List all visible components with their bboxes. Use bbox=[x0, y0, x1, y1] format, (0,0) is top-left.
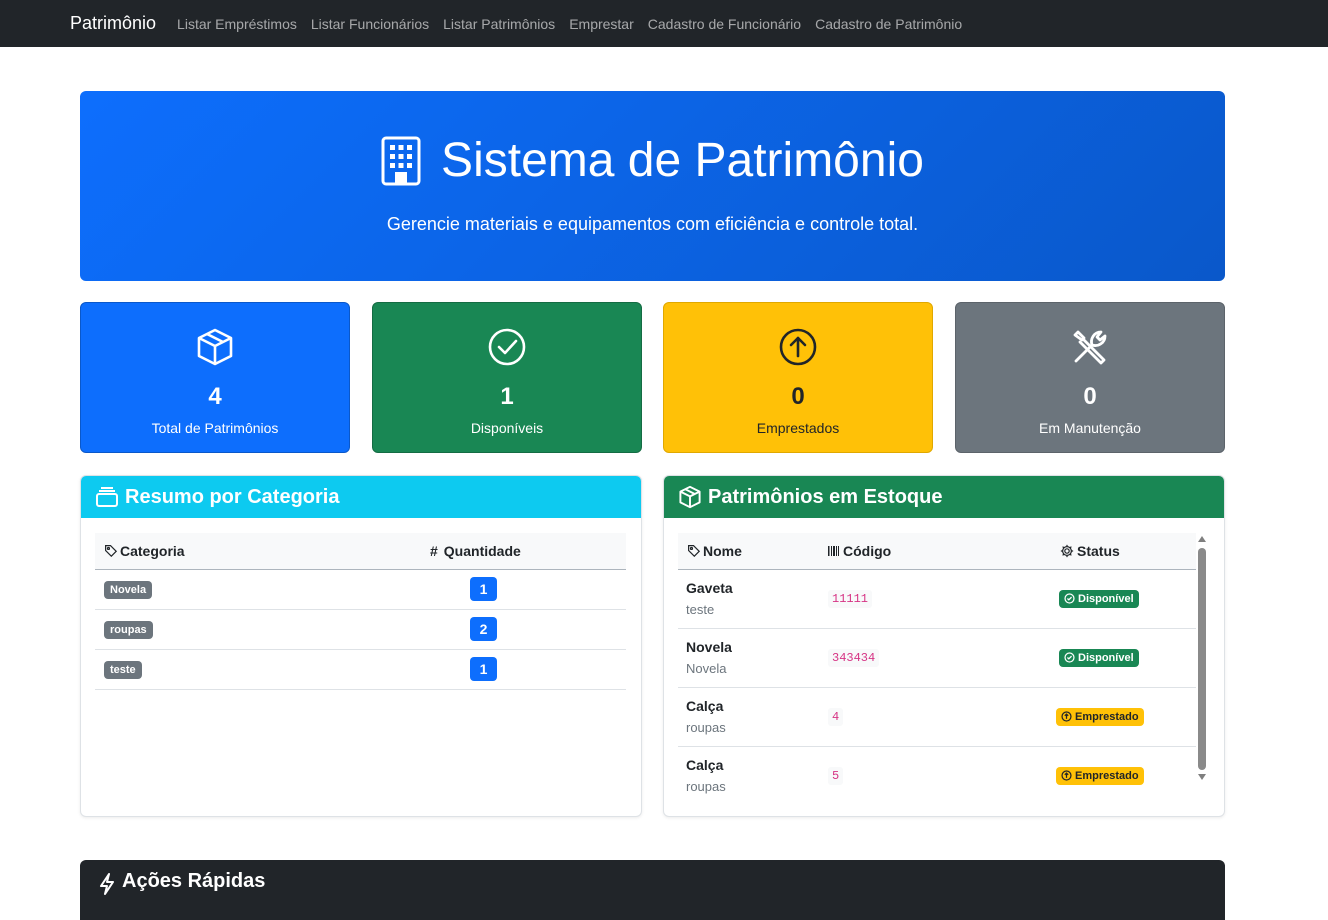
tag-icon bbox=[105, 544, 118, 557]
box-icon bbox=[679, 485, 701, 509]
check-circle-icon bbox=[488, 328, 526, 366]
box-icon bbox=[197, 328, 233, 366]
tools-icon bbox=[1073, 330, 1107, 365]
quantity-col-header: # Quantidade bbox=[430, 533, 626, 570]
building-icon bbox=[381, 136, 421, 185]
status-badge: Disponível bbox=[1059, 589, 1139, 608]
quantity-badge: 2 bbox=[470, 617, 497, 641]
arrow-up-circle-icon bbox=[1061, 770, 1072, 781]
navbar-brand[interactable]: Patrimônio bbox=[70, 13, 156, 34]
stat-card-loaned: 0 Emprestados bbox=[663, 302, 933, 453]
stat-card-total: 4 Total de Patrimônios bbox=[80, 302, 350, 453]
table-row: Novela 1 bbox=[95, 569, 626, 610]
table-row: teste 1 bbox=[95, 649, 626, 690]
lightning-icon bbox=[100, 873, 114, 895]
status-col-header: Status bbox=[1043, 533, 1196, 570]
asset-name: Gaveta bbox=[686, 580, 733, 596]
barcode-icon bbox=[828, 545, 839, 556]
stat-value-available: 1 bbox=[500, 383, 514, 410]
quick-actions-header: Ações Rápidas bbox=[80, 860, 1225, 920]
table-row: Calça roupas 4 Emprestado bbox=[678, 687, 1196, 747]
asset-code: 5 bbox=[828, 767, 844, 786]
asset-name: Novela bbox=[686, 639, 732, 655]
category-card-title: Resumo por Categoria bbox=[125, 485, 340, 508]
stat-card-available: 1 Disponíveis bbox=[372, 302, 642, 453]
table-row: Novela Novela 343434 Disponível bbox=[678, 628, 1196, 688]
gear-icon bbox=[1060, 544, 1074, 557]
asset-code: 4 bbox=[828, 708, 844, 726]
nav-link-list-employees[interactable]: Listar Funcionários bbox=[311, 16, 429, 32]
asset-category: roupas bbox=[686, 720, 726, 735]
top-navbar: Patrimônio Listar Empréstimos Listar Fun… bbox=[0, 0, 1328, 47]
category-badge: teste bbox=[104, 660, 142, 679]
scroll-down-arrow[interactable] bbox=[1198, 774, 1206, 780]
hero-title-row: Sistema de Patrimônio bbox=[80, 133, 1225, 188]
quick-actions-title: Ações Rápidas bbox=[122, 870, 266, 892]
asset-category: roupas bbox=[686, 779, 726, 795]
name-col-header: Nome bbox=[678, 533, 828, 570]
arrow-up-circle-icon bbox=[779, 328, 817, 366]
status-badge: Disponível bbox=[1059, 648, 1139, 667]
asset-category: teste bbox=[686, 602, 715, 617]
nav-link-lend[interactable]: Emprestar bbox=[569, 16, 634, 32]
asset-category: Novela bbox=[686, 661, 727, 676]
nav-link-register-employee[interactable]: Cadastro de Funcionário bbox=[648, 16, 801, 32]
table-row: Gaveta teste 11111 Disponível bbox=[678, 569, 1196, 629]
scroll-up-arrow[interactable] bbox=[1198, 536, 1206, 542]
status-badge: Emprestado bbox=[1056, 766, 1144, 785]
asset-code: 11111 bbox=[828, 590, 873, 608]
check-circle-icon bbox=[1064, 652, 1075, 663]
stat-value-total: 4 bbox=[208, 383, 222, 410]
stat-value-loaned: 0 bbox=[791, 383, 805, 410]
status-badge: Emprestado bbox=[1056, 707, 1144, 726]
quantity-badge: 1 bbox=[470, 657, 497, 681]
asset-name: Calça bbox=[686, 757, 724, 774]
stat-label-available: Disponíveis bbox=[470, 420, 544, 436]
category-col-header: Categoria bbox=[95, 533, 430, 570]
hero-banner: Sistema de Patrimônio Gerencie materiais… bbox=[80, 91, 1225, 281]
tag-icon bbox=[688, 544, 701, 557]
stat-label-loaned: Emprestados bbox=[756, 420, 840, 436]
stat-label-total: Total de Patrimônios bbox=[151, 420, 279, 436]
nav-link-register-asset[interactable]: Cadastro de Patrimônio bbox=[815, 16, 962, 32]
inventory-card-title: Patrimônios em Estoque bbox=[708, 485, 943, 508]
nav-link-list-loans[interactable]: Listar Empréstimos bbox=[177, 16, 297, 32]
scroll-thumb[interactable] bbox=[1198, 548, 1206, 770]
inventory-card: Patrimônios em Estoque Nome Código Statu… bbox=[663, 475, 1225, 817]
category-table: Categoria #Quantidade Novela 1 roupas 2 bbox=[95, 533, 626, 690]
category-summary-card: Resumo por Categoria Categoria # Quantida… bbox=[80, 475, 642, 817]
stat-card-maintenance: 0 Em Manutenção bbox=[955, 302, 1225, 453]
code-col-header: Código bbox=[828, 533, 1043, 570]
hash-icon: # bbox=[430, 542, 438, 559]
table-row: roupas 2 bbox=[95, 609, 626, 650]
arrow-up-circle-icon bbox=[1061, 711, 1072, 722]
stat-value-maintenance: 0 bbox=[1083, 383, 1097, 410]
category-badge: roupas bbox=[104, 620, 153, 639]
asset-code: 343434 bbox=[828, 649, 880, 667]
inventory-scrollbar[interactable] bbox=[1197, 536, 1207, 800]
nav-link-list-assets[interactable]: Listar Patrimônios bbox=[443, 16, 555, 32]
asset-name: Calça bbox=[686, 698, 724, 714]
table-row: Calça roupas 5 Emprestado bbox=[678, 746, 1196, 805]
inventory-card-header: Patrimônios em Estoque bbox=[664, 476, 1224, 518]
check-circle-icon bbox=[1064, 593, 1075, 604]
collection-icon bbox=[96, 487, 118, 507]
stat-label-maintenance: Em Manutenção bbox=[1039, 420, 1141, 436]
quantity-badge: 1 bbox=[470, 577, 497, 601]
hero-subtitle: Gerencie materiais e equipamentos com ef… bbox=[386, 214, 919, 234]
category-badge: Novela bbox=[104, 580, 153, 599]
category-card-header: Resumo por Categoria bbox=[81, 476, 641, 518]
hero-title: Sistema de Patrimônio bbox=[441, 134, 924, 187]
inventory-table: Nome Código Status Gaveta teste 11111 Di… bbox=[678, 533, 1196, 805]
